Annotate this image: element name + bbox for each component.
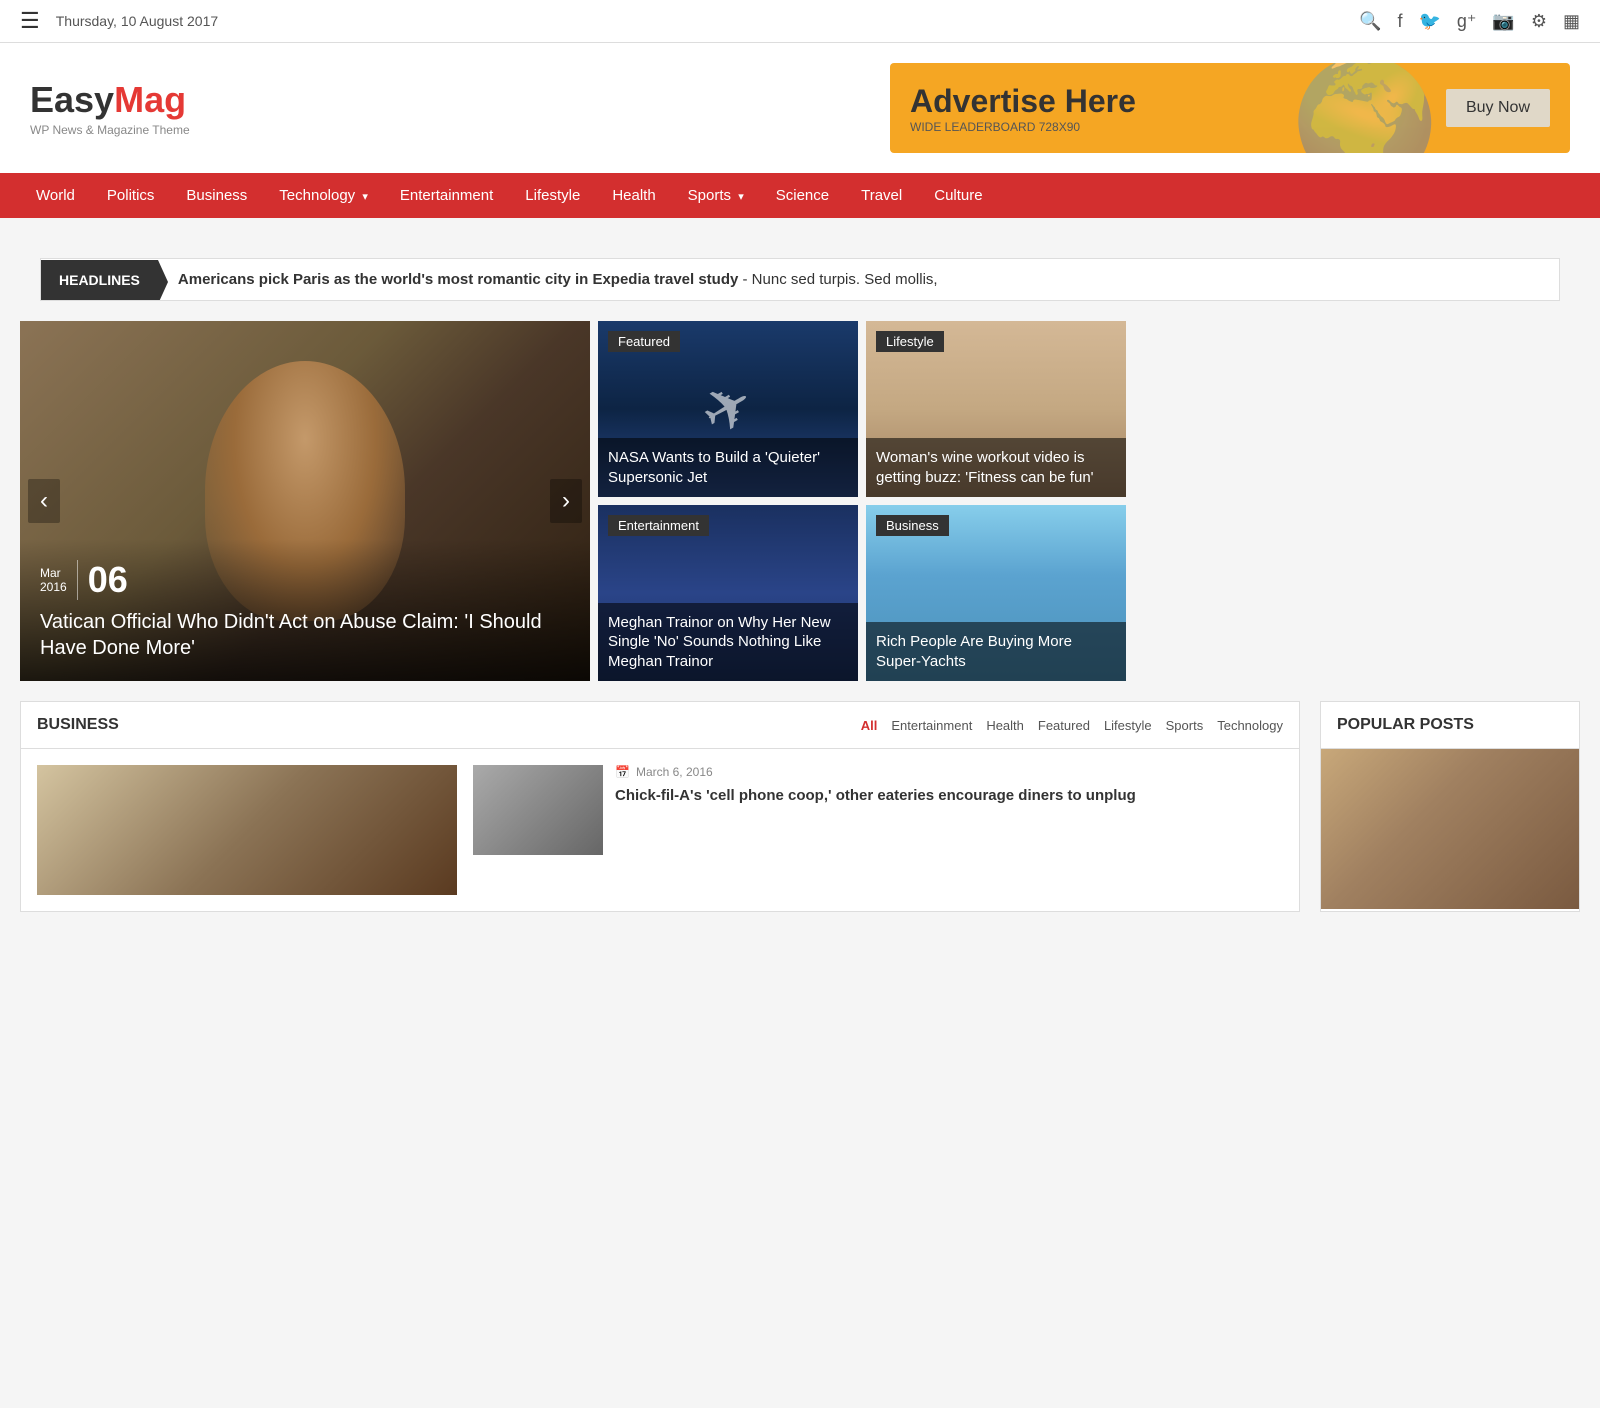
- ad-map-decoration: 🌍: [1291, 63, 1440, 153]
- tab-lifestyle[interactable]: Lifestyle: [1104, 718, 1152, 733]
- business-section: BUSINESS All Entertainment Health Featur…: [20, 701, 1300, 912]
- ad-banner[interactable]: 🌍 Advertise Here WIDE LEADERBOARD 728X90…: [890, 63, 1570, 153]
- logo-easy: Easy: [30, 79, 114, 120]
- googleplus-icon[interactable]: g⁺: [1457, 11, 1477, 32]
- bottom-sections: BUSINESS All Entertainment Health Featur…: [20, 701, 1580, 912]
- headlines-rest-text: - Nunc sed turpis. Sed mollis,: [738, 271, 937, 288]
- headlines-label: HEADLINES: [41, 260, 158, 300]
- business-content: 📅 March 6, 2016 Chick-fil-A's 'cell phon…: [21, 749, 1299, 911]
- github-icon[interactable]: ⚙: [1531, 11, 1547, 32]
- featured-card-nasa[interactable]: Featured NASA Wants to Build a 'Quieter'…: [598, 321, 858, 497]
- tab-technology[interactable]: Technology: [1217, 718, 1283, 733]
- logo-mag: Mag: [114, 79, 186, 120]
- nav-health[interactable]: Health: [596, 173, 671, 218]
- business-section-header: BUSINESS All Entertainment Health Featur…: [21, 702, 1299, 749]
- nav-entertainment[interactable]: Entertainment: [384, 173, 509, 218]
- next-arrow-icon[interactable]: ›: [550, 479, 582, 523]
- ad-text: Advertise Here WIDE LEADERBOARD 728X90: [910, 83, 1136, 134]
- featured-month: Mar: [40, 566, 67, 580]
- card-title-wine: Woman's wine workout video is getting bu…: [866, 438, 1126, 497]
- featured-year: 2016: [40, 580, 67, 594]
- tab-entertainment[interactable]: Entertainment: [891, 718, 972, 733]
- nav-lifestyle[interactable]: Lifestyle: [509, 173, 596, 218]
- tab-all[interactable]: All: [861, 718, 878, 733]
- nav-business[interactable]: Business: [170, 173, 263, 218]
- card-tag-entertainment: Entertainment: [608, 515, 709, 536]
- main-nav: World Politics Business Technology ▾ Ent…: [0, 173, 1600, 218]
- featured-section: ‹ › Mar 2016 06 Vatican Official Who Did…: [20, 321, 1580, 681]
- card-title-yachts: Rich People Are Buying More Super-Yachts: [866, 622, 1126, 681]
- featured-card-meghan[interactable]: Entertainment Meghan Trainor on Why Her …: [598, 505, 858, 681]
- business-article[interactable]: 📅 March 6, 2016 Chick-fil-A's 'cell phon…: [473, 765, 1136, 895]
- chevron-down-icon: ▾: [738, 191, 744, 203]
- nav-sports[interactable]: Sports ▾: [672, 173, 760, 218]
- popular-posts-section: POPULAR POSTS: [1320, 701, 1580, 912]
- featured-overlay: Mar 2016 06 Vatican Official Who Didn't …: [20, 539, 590, 681]
- tab-health[interactable]: Health: [986, 718, 1024, 733]
- nav-travel[interactable]: Travel: [845, 173, 918, 218]
- article-details: 📅 March 6, 2016 Chick-fil-A's 'cell phon…: [615, 765, 1136, 895]
- calendar-icon: 📅: [615, 765, 630, 779]
- ad-title: Advertise Here: [910, 83, 1136, 120]
- nav-world[interactable]: World: [20, 173, 91, 218]
- facebook-icon[interactable]: f: [1397, 11, 1402, 32]
- ad-buy-button[interactable]: Buy Now: [1446, 89, 1550, 127]
- prev-arrow-icon[interactable]: ‹: [28, 479, 60, 523]
- date-divider: [77, 560, 78, 600]
- chevron-down-icon: ▾: [362, 191, 368, 203]
- featured-day: 06: [88, 559, 128, 601]
- featured-row-2: Entertainment Meghan Trainor on Why Her …: [598, 505, 1580, 681]
- business-main-image: [37, 765, 457, 895]
- popular-posts-title: POPULAR POSTS: [1337, 716, 1474, 733]
- featured-card-yachts[interactable]: Business Rich People Are Buying More Sup…: [866, 505, 1126, 681]
- date-display: Thursday, 10 August 2017: [56, 13, 218, 29]
- ad-subtitle: WIDE LEADERBOARD 728X90: [910, 120, 1136, 134]
- nav-technology[interactable]: Technology ▾: [263, 173, 384, 218]
- tab-featured[interactable]: Featured: [1038, 718, 1090, 733]
- featured-grid: Featured NASA Wants to Build a 'Quieter'…: [598, 321, 1580, 681]
- twitter-icon[interactable]: 🐦: [1418, 11, 1440, 32]
- featured-card-wine[interactable]: Lifestyle Woman's wine workout video is …: [866, 321, 1126, 497]
- card-title-nasa: NASA Wants to Build a 'Quieter' Superson…: [598, 438, 858, 497]
- nav-science[interactable]: Science: [760, 173, 845, 218]
- nav-politics[interactable]: Politics: [91, 173, 171, 218]
- featured-row-1: Featured NASA Wants to Build a 'Quieter'…: [598, 321, 1580, 497]
- featured-main-article[interactable]: ‹ › Mar 2016 06 Vatican Official Who Did…: [20, 321, 590, 681]
- search-icon[interactable]: 🔍: [1359, 11, 1381, 32]
- top-bar-left: ☰ Thursday, 10 August 2017: [20, 8, 218, 34]
- hamburger-icon[interactable]: ☰: [20, 8, 40, 34]
- instagram-icon[interactable]: 📷: [1492, 11, 1514, 32]
- top-bar: ☰ Thursday, 10 August 2017 🔍 f 🐦 g⁺ 📷 ⚙ …: [0, 0, 1600, 43]
- card-tag-featured: Featured: [608, 331, 680, 352]
- featured-month-year: Mar 2016: [40, 566, 67, 594]
- popular-post-image: [1321, 749, 1579, 909]
- featured-main-title: Vatican Official Who Didn't Act on Abuse…: [40, 609, 570, 661]
- article-thumbnail: [473, 765, 603, 855]
- business-section-title: BUSINESS: [37, 716, 119, 734]
- card-title-meghan: Meghan Trainor on Why Her New Single 'No…: [598, 603, 858, 682]
- article-meta: 📅 March 6, 2016: [615, 765, 1136, 779]
- logo-subtitle: WP News & Magazine Theme: [30, 123, 190, 137]
- card-tag-business: Business: [876, 515, 949, 536]
- headlines-text: Americans pick Paris as the world's most…: [158, 259, 958, 300]
- popular-posts-header: POPULAR POSTS: [1321, 702, 1579, 749]
- headlines-ticker: HEADLINES Americans pick Paris as the wo…: [40, 258, 1560, 301]
- site-header: EasyMag WP News & Magazine Theme 🌍 Adver…: [0, 43, 1600, 173]
- business-section-tabs: All Entertainment Health Featured Lifest…: [861, 718, 1283, 733]
- headlines-bold-text: Americans pick Paris as the world's most…: [178, 271, 738, 288]
- site-logo[interactable]: EasyMag WP News & Magazine Theme: [30, 79, 190, 137]
- flickr-icon[interactable]: ▦: [1563, 11, 1580, 32]
- article-date: March 6, 2016: [636, 765, 713, 779]
- article-title: Chick-fil-A's 'cell phone coop,' other e…: [615, 785, 1136, 806]
- tab-sports[interactable]: Sports: [1166, 718, 1204, 733]
- card-tag-lifestyle: Lifestyle: [876, 331, 944, 352]
- social-icons: 🔍 f 🐦 g⁺ 📷 ⚙ ▦: [1359, 11, 1580, 32]
- logo-text: EasyMag: [30, 79, 190, 121]
- main-content: HEADLINES Americans pick Paris as the wo…: [0, 218, 1600, 932]
- nav-culture[interactable]: Culture: [918, 173, 998, 218]
- featured-date: Mar 2016 06: [40, 559, 570, 601]
